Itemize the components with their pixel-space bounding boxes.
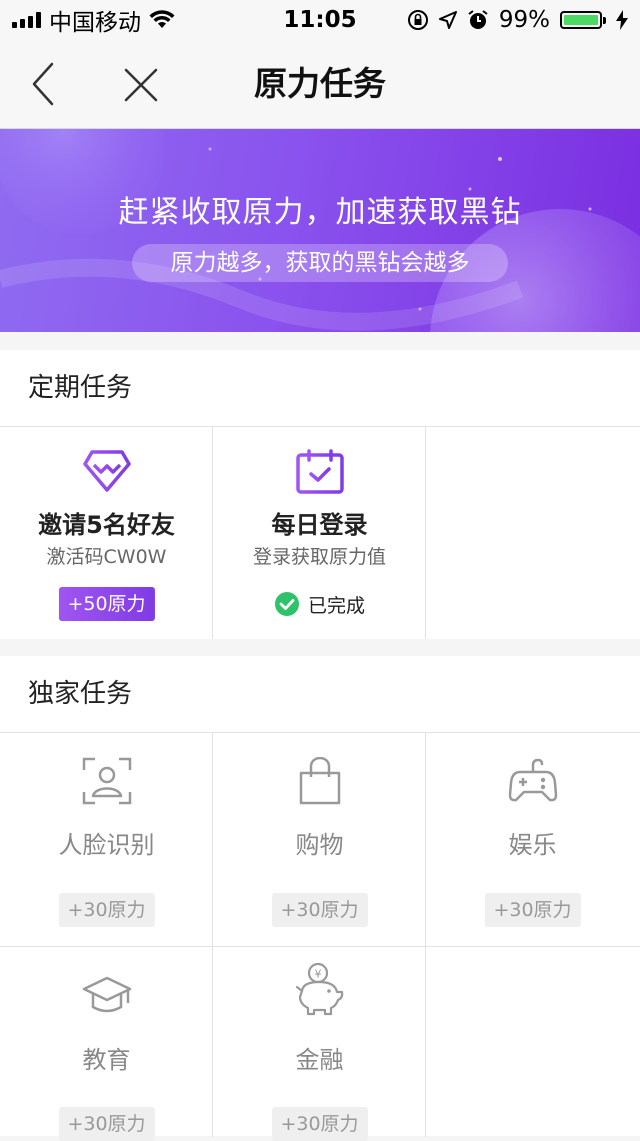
task-title: 人脸识别 — [58, 831, 155, 859]
battery-icon — [560, 11, 606, 29]
status-bar: 中国移动 11:05 99% — [0, 0, 640, 40]
periodic-tasks-section: 定期任务 邀请5名好友 激活码CW0W +50原力 每日登录 登录获取原力值 已… — [0, 350, 640, 639]
gamepad-icon — [508, 758, 557, 802]
task-title: 购物 — [295, 831, 344, 859]
task-title: 邀请5名好友 — [38, 511, 175, 539]
charging-icon — [616, 10, 628, 30]
graduation-cap-icon — [82, 976, 131, 1013]
banner-subtitle: 原力越多，获取的黑钻会越多 — [132, 244, 508, 282]
wifi-icon — [149, 10, 175, 28]
nav-bar: 原力任务 — [0, 40, 640, 129]
battery-percent: 99% — [498, 7, 550, 33]
check-circle-icon — [274, 592, 299, 616]
reward-badge: +30原力 — [271, 893, 368, 927]
task-title: 娱乐 — [508, 831, 557, 859]
rotation-lock-icon — [407, 10, 428, 30]
task-title: 每日登录 — [271, 511, 368, 539]
section-header: 独家任务 — [0, 656, 640, 733]
task-shopping[interactable]: 购物 +30原力 — [213, 733, 426, 946]
task-subtitle: 登录获取原力值 — [252, 546, 386, 568]
section-header: 定期任务 — [0, 350, 640, 427]
task-face-recognition[interactable]: 人脸识别 +30原力 — [0, 733, 213, 946]
completed-label: 已完成 — [307, 594, 365, 617]
banner-title: 赶紧收取原力，加速获取黑钻 — [118, 195, 522, 230]
reward-badge: +30原力 — [484, 893, 581, 927]
task-title: 教育 — [82, 1046, 131, 1074]
piggy-bank-icon: ¥ — [295, 962, 343, 1016]
reward-badge: +50原力 — [58, 587, 155, 621]
task-finance[interactable]: ¥ 金融 +30原力 — [213, 947, 426, 1141]
reward-badge: +30原力 — [58, 893, 155, 927]
promo-banner: 赶紧收取原力，加速获取黑钻 原力越多，获取的黑钻会越多 — [0, 129, 640, 332]
shopping-bag-icon — [299, 757, 340, 805]
page-title: 原力任务 — [254, 64, 386, 103]
diamond-icon — [82, 450, 131, 492]
task-daily-login[interactable]: 每日登录 登录获取原力值 已完成 — [213, 427, 426, 639]
alarm-icon — [468, 10, 488, 29]
exclusive-tasks-section: 独家任务 人脸识别 +30原力 购物 +30原力 娱乐 +30原力 教育 +30… — [0, 656, 640, 1141]
signal-icon — [12, 12, 41, 28]
face-recognition-icon — [82, 757, 131, 805]
task-subtitle: 激活码CW0W — [46, 546, 167, 568]
carrier-label: 中国移动 — [49, 10, 141, 36]
task-education[interactable]: 教育 +30原力 — [0, 947, 213, 1141]
completed-status: 已完成 — [213, 587, 426, 621]
svg-text:¥: ¥ — [314, 968, 321, 981]
calendar-check-icon — [295, 449, 344, 494]
task-entertainment[interactable]: 娱乐 +30原力 — [426, 733, 639, 946]
task-invite-friends[interactable]: 邀请5名好友 激活码CW0W +50原力 — [0, 427, 213, 639]
location-icon — [438, 11, 457, 29]
chevron-left-icon[interactable] — [26, 60, 66, 108]
close-icon[interactable] — [120, 64, 162, 106]
task-title: 金融 — [295, 1046, 344, 1074]
